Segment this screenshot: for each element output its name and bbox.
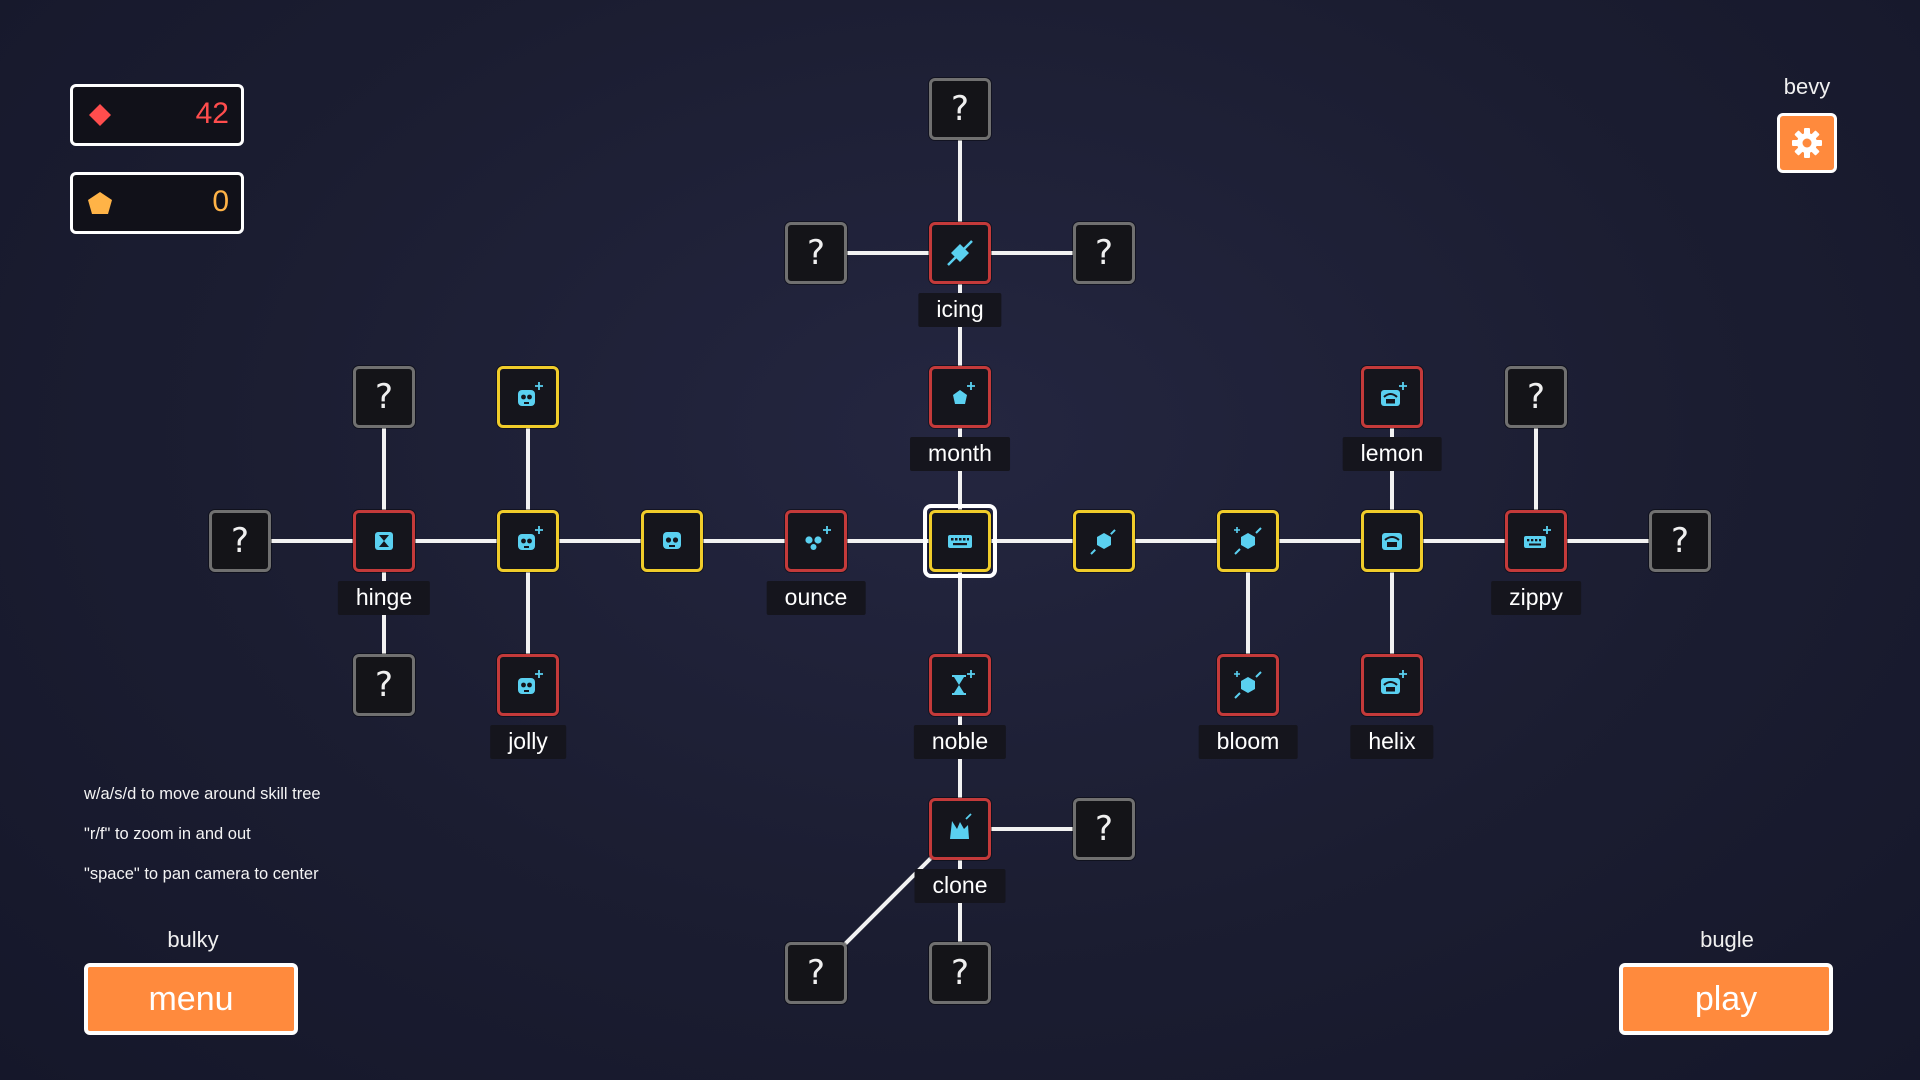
gold-gem-count: 0 [212,185,229,218]
settings-caption: bevy [1783,74,1831,99]
keyboard-icon [948,535,972,548]
unknown-skill-mark: ? [950,89,970,129]
skill-node-hinge[interactable] [353,510,415,572]
red-diamond-icon [89,104,111,126]
skull-icon [663,532,681,549]
skill-label-zippy: zippy [1491,581,1581,615]
skill-label-hinge: hinge [337,581,431,615]
hex-line-icon [1090,527,1118,555]
skill-node-helix[interactable] [1361,654,1423,716]
skill-node-q_far_left[interactable]: ? [209,510,271,572]
unknown-skill-mark: ? [950,953,970,993]
skill-node-hex_b[interactable] [1217,510,1279,572]
crown-icon [950,813,972,839]
skill-node-q_hinge_top[interactable]: ? [353,366,415,428]
dots-plus-icon [805,526,831,550]
skill-node-q_zippy_top[interactable]: ? [1505,366,1567,428]
skill-node-bloom[interactable] [1217,654,1279,716]
skill-node-icing[interactable] [929,222,991,284]
unknown-skill-mark: ? [1670,521,1690,561]
skill-label-bloom: bloom [1198,725,1298,759]
skill-label-month: month [910,437,1010,471]
gold-gem-counter: 0 [70,172,244,234]
skill-node-q_top[interactable]: ? [929,78,991,140]
skill-node-q_far_right[interactable]: ? [1649,510,1711,572]
skill-node-q_hinge_bottom[interactable]: ? [353,654,415,716]
red-gem-counter: 42 [70,84,244,146]
skill-node-hex_a[interactable] [1073,510,1135,572]
skill-label-noble: noble [913,725,1007,759]
menu-button[interactable]: menu [84,963,298,1035]
hint-move: w/a/s/d to move around skill tree [84,785,321,803]
hex-burst-icon [1234,527,1262,555]
keyboard-plus-icon [1524,526,1551,548]
radio-plus-icon [1381,670,1407,694]
skill-tree-canvas[interactable]: ? icing?? month ounce jolly hinge??? noble clon… [0,0,1920,1080]
skill-label-jolly: jolly [490,725,566,759]
skill-node-clone[interactable] [929,798,991,860]
skill-label-clone: clone [914,869,1006,903]
unknown-skill-mark: ? [374,665,394,705]
skill-label-icing: icing [918,293,1002,327]
unknown-skill-mark: ? [374,377,394,417]
unknown-skill-mark: ? [806,233,826,273]
skill-node-skull_b[interactable] [497,510,559,572]
gold-pentagon-icon [88,192,112,214]
hint-pan: "space" to pan camera to center [84,865,319,883]
skill-node-noble[interactable] [929,654,991,716]
unknown-skill-mark: ? [1526,377,1546,417]
skill-node-q_icing_left[interactable]: ? [785,222,847,284]
red-gem-count: 42 [195,97,229,130]
skill-node-radio_a[interactable] [1361,510,1423,572]
skill-node-q_icing_right[interactable]: ? [1073,222,1135,284]
unknown-skill-mark: ? [1094,233,1114,273]
play-button[interactable]: play [1619,963,1833,1035]
skill-node-skull_a[interactable] [641,510,703,572]
skull-plus-icon [518,670,543,694]
radio-plus-icon [1381,382,1407,406]
syringe-icon [947,240,973,266]
skill-node-q_clone_diag[interactable]: ? [785,942,847,1004]
skill-node-ounce[interactable] [785,510,847,572]
play-caption: bugle [1700,927,1754,952]
menu-caption: bulky [167,927,219,952]
skill-label-ounce: ounce [766,581,866,615]
skill-node-zippy[interactable] [1505,510,1567,572]
skill-node-center[interactable] [923,504,997,578]
hourglass-plus-icon [952,670,975,695]
unknown-skill-mark: ? [230,521,250,561]
unknown-skill-mark: ? [1094,809,1114,849]
skill-node-jolly[interactable] [497,654,559,716]
skull-plus-icon [518,382,543,406]
settings-button[interactable] [1777,113,1837,173]
radio-icon [1382,533,1402,550]
hourglass-icon [375,532,393,550]
skill-node-lemon[interactable] [1361,366,1423,428]
skill-node-q_clone_right[interactable]: ? [1073,798,1135,860]
skull-plus-icon [518,526,543,550]
hex-burst-icon [1234,671,1262,699]
pentagon-plus-icon [953,382,975,404]
skill-node-q_clone_bottom[interactable]: ? [929,942,991,1004]
gear-icon [1792,128,1822,158]
skill-node-month[interactable] [929,366,991,428]
skill-label-helix: helix [1350,725,1434,759]
skill-node-skull_top[interactable] [497,366,559,428]
skill-label-lemon: lemon [1342,437,1442,471]
unknown-skill-mark: ? [806,953,826,993]
hint-zoom: "r/f" to zoom in and out [84,825,251,843]
